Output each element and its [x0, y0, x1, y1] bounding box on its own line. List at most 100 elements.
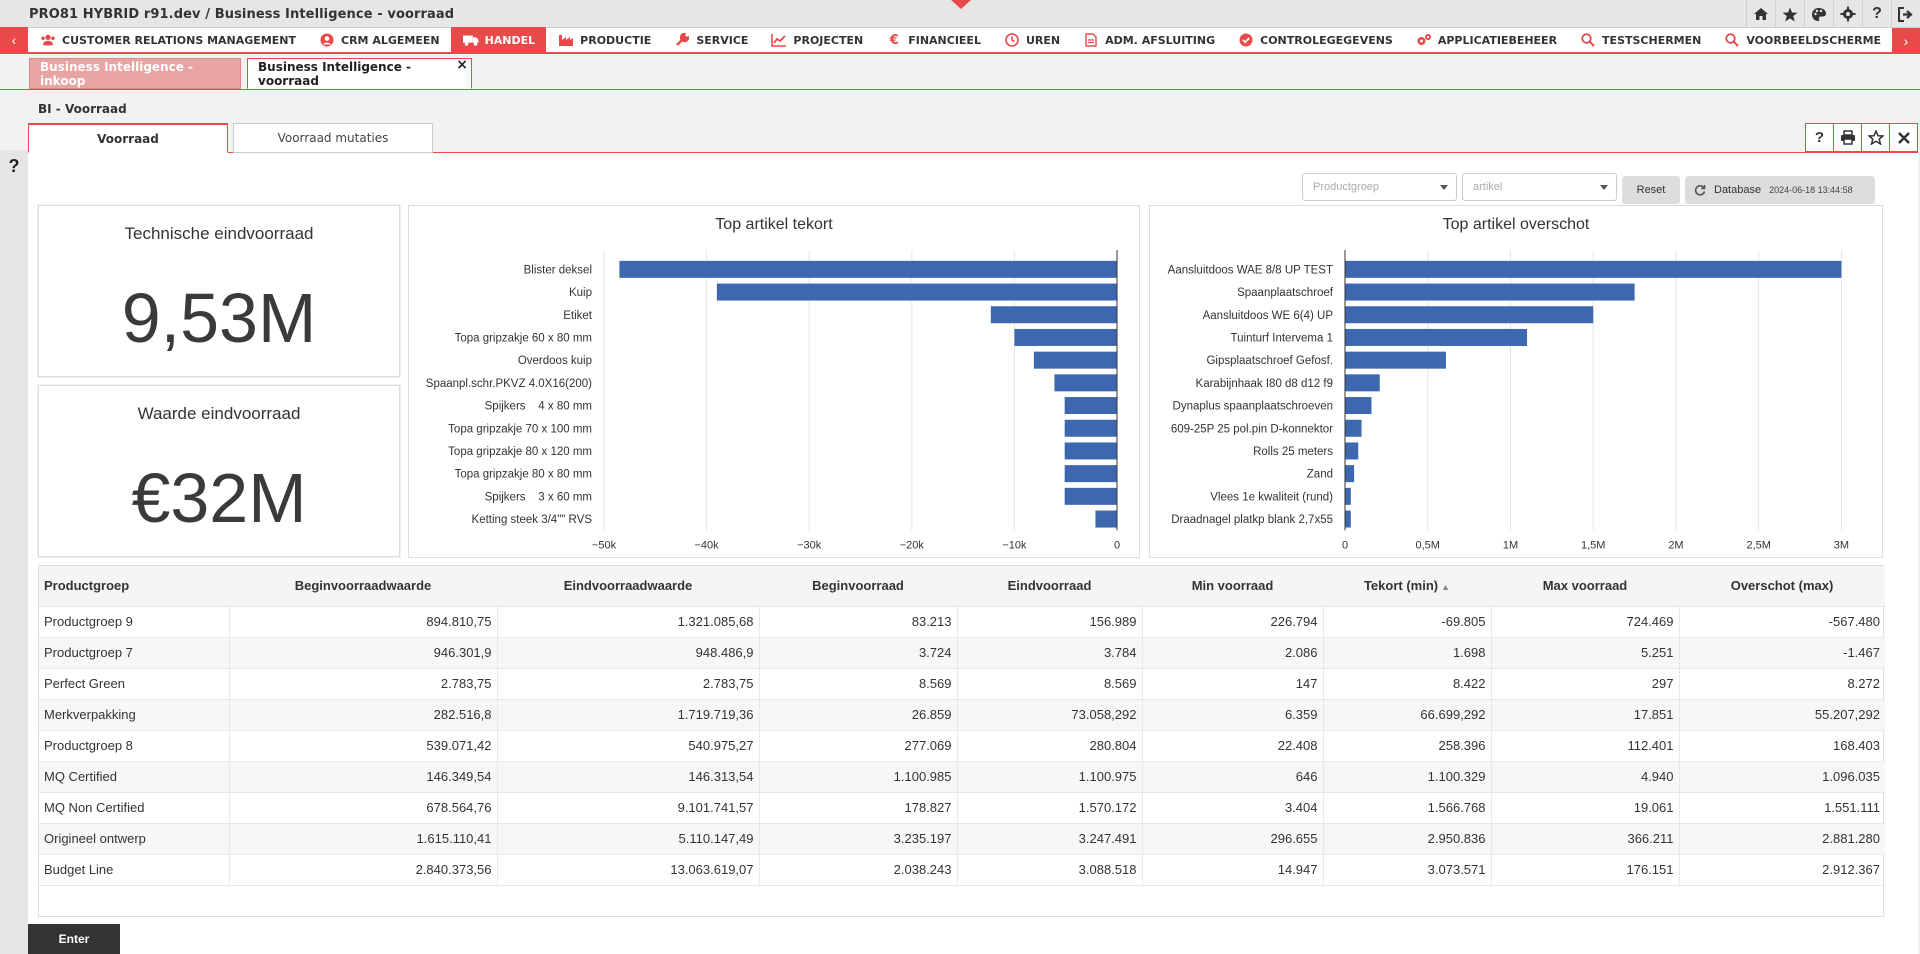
side-help-button[interactable]: ?	[0, 152, 28, 180]
sort-asc-icon: ▲	[1441, 582, 1451, 593]
table-cell: 55.207,292	[1678, 699, 1885, 731]
artikel-select[interactable]: artikel	[1462, 173, 1617, 201]
tab-voorraad-mutaties[interactable]: Voorraad mutaties	[233, 123, 433, 153]
database-refresh-button[interactable]: Database 2024-06-18 13:44:58	[1685, 176, 1875, 204]
close-tab-icon[interactable]: ×	[456, 57, 468, 73]
menu-item-crm-algemeen[interactable]: CRM ALGEMEEN	[307, 27, 451, 53]
bar[interactable]	[1345, 442, 1359, 460]
column-header-label: Beginvoorraad	[812, 578, 904, 594]
productgroep-table: Productgroep Beginvoorraadwaarde Eindvoorr…	[38, 565, 1885, 917]
bar[interactable]	[1064, 397, 1117, 415]
table-cell: 646	[1141, 761, 1323, 793]
tab-voorraad[interactable]: Voorraad	[28, 123, 228, 153]
column-header[interactable]: Eindvoorraadwaarde	[497, 566, 759, 607]
productgroep-select[interactable]: Productgroep	[1302, 173, 1457, 201]
chart-tekort-svg: −50k −40k −30k −20k −10k 0 Blister deksel Kuip E…	[426, 250, 1120, 551]
menu-scroll-left-button[interactable]: ‹	[0, 27, 28, 53]
table-row[interactable]: Perfect Green 2.783,75 2.783,75 8.569 8.569 1…	[39, 668, 1885, 700]
bar[interactable]	[1064, 419, 1117, 437]
menu-item-voorbeeldscherme[interactable]: VOORBEELDSCHERME	[1712, 27, 1892, 53]
menu-item-testschermen[interactable]: TESTSCHERMEN	[1568, 27, 1712, 53]
column-header[interactable]: Max voorraad	[1491, 566, 1679, 607]
category-label: Gipsplaatschroef Gefosf.	[1206, 355, 1333, 367]
column-header[interactable]: Tekort (min) ▲	[1323, 566, 1491, 607]
bar[interactable]	[1054, 374, 1117, 392]
menu-item-customer-relations-management[interactable]: CUSTOMER RELATIONS MANAGEMENT	[28, 27, 307, 53]
bar[interactable]	[1345, 283, 1635, 301]
table-cell: 540.975,27	[496, 730, 759, 762]
table-row[interactable]: MQ Non Certified 678.564,76 9.101.741,57 17…	[39, 792, 1885, 824]
bar[interactable]	[1064, 487, 1117, 505]
bar[interactable]	[1064, 465, 1117, 483]
bar[interactable]	[1345, 328, 1528, 346]
table-cell: 66.699,292	[1322, 699, 1491, 731]
bar[interactable]	[1345, 374, 1380, 392]
gear-icon[interactable]	[1833, 0, 1862, 28]
palette-icon[interactable]	[1804, 0, 1833, 28]
table-row[interactable]: Budget Line 2.840.373,56 13.063.619,07 2.03…	[39, 854, 1885, 886]
menu-item-projecten[interactable]: PROJECTEN	[759, 27, 874, 53]
enter-button[interactable]: Enter	[28, 924, 120, 954]
column-header[interactable]: Eindvoorraad	[957, 566, 1142, 607]
chevron-down-icon	[1600, 185, 1608, 190]
bar[interactable]	[1095, 510, 1117, 528]
menu-item-service[interactable]: SERVICE	[662, 27, 759, 53]
help-button[interactable]: ?	[1805, 123, 1834, 152]
tab-bi-voorraad[interactable]: Business Intelligence - voorraad ×	[247, 57, 472, 89]
bar[interactable]	[1345, 351, 1446, 369]
tab-bi-inkoop[interactable]: Business Intelligence - inkoop	[29, 58, 241, 89]
menu-scroll-right-button[interactable]: ›	[1892, 28, 1920, 54]
menu-item-productie[interactable]: PRODUCTIE	[546, 27, 662, 53]
bar[interactable]	[1345, 419, 1362, 437]
table-row[interactable]: Productgroep 7 946.301,9 948.486,9 3.724 3.7…	[39, 637, 1885, 669]
column-header[interactable]: Min voorraad	[1142, 566, 1323, 607]
productgroep-placeholder: Productgroep	[1313, 181, 1380, 193]
column-header[interactable]: Beginvoorraad	[759, 566, 957, 607]
menu-item-uren[interactable]: UREN	[992, 27, 1071, 53]
bar[interactable]	[1064, 442, 1117, 460]
bar[interactable]	[716, 283, 1117, 301]
table-row[interactable]: Productgroep 9 894.810,75 1.321.085,68 83.2…	[39, 606, 1885, 638]
table-cell: 3.784	[956, 637, 1142, 669]
column-header[interactable]: Productgroep	[39, 566, 229, 607]
column-header-label: Eindvoorraadwaarde	[563, 578, 693, 594]
bar[interactable]	[1033, 351, 1117, 369]
question-icon[interactable]: ?	[1862, 0, 1891, 28]
reset-button[interactable]: Reset	[1622, 176, 1680, 204]
bar[interactable]	[1345, 397, 1372, 415]
table-cell: 14.947	[1141, 854, 1323, 886]
menu-item-handel[interactable]: HANDEL	[450, 27, 547, 53]
bar[interactable]	[1345, 487, 1351, 505]
menu-item-applicatiebeheer[interactable]: APPLICATIEBEHEER	[1404, 27, 1568, 53]
bar[interactable]	[1345, 306, 1594, 324]
menu-item-controlegegevens[interactable]: CONTROLEGEGEVENS	[1226, 27, 1404, 53]
bar[interactable]	[1345, 510, 1351, 528]
menu-item-financieel[interactable]: € FINANCIEEL	[874, 27, 992, 53]
column-header-label: Productgroep	[44, 578, 130, 594]
print-button[interactable]	[1833, 123, 1862, 152]
bar[interactable]	[1345, 465, 1355, 483]
column-header-label: Beginvoorraadwaarde	[294, 578, 432, 594]
favorite-button[interactable]	[1861, 123, 1890, 152]
column-header[interactable]: Beginvoorraadwaarde	[229, 566, 497, 607]
x-tick-label: 1M	[1503, 539, 1518, 551]
close-panel-button[interactable]	[1889, 123, 1918, 152]
logout-icon[interactable]	[1891, 0, 1920, 28]
table-header-row: Productgroep Beginvoorraadwaarde Eindvoorr…	[39, 566, 1885, 607]
bar[interactable]	[990, 306, 1117, 324]
home-icon[interactable]	[1746, 0, 1775, 28]
table-cell: Merkverpakking	[39, 699, 229, 731]
bar[interactable]	[1014, 328, 1117, 346]
table-row[interactable]: Origineel ontwerp 1.615.110,41 5.110.147,4…	[39, 823, 1885, 855]
menu-item-adm-afsluiting[interactable]: ADM. AFSLUITING	[1071, 27, 1226, 53]
bar[interactable]	[619, 260, 1117, 278]
x-tick-label: −10k	[1002, 539, 1027, 551]
star-icon[interactable]	[1775, 0, 1804, 28]
x-tick-label: 3M	[1834, 539, 1849, 551]
table-cell: 4.940	[1490, 761, 1679, 793]
bar[interactable]	[1345, 260, 1842, 278]
table-row[interactable]: Merkverpakking 282.516,8 1.719.719,36 26.85…	[39, 699, 1885, 731]
table-row[interactable]: MQ Certified 146.349,54 146.313,54 1.100.98…	[39, 761, 1885, 793]
column-header[interactable]: Overschot (max)	[1679, 566, 1885, 607]
table-row[interactable]: Productgroep 8 539.071,42 540.975,27 277.06…	[39, 730, 1885, 762]
